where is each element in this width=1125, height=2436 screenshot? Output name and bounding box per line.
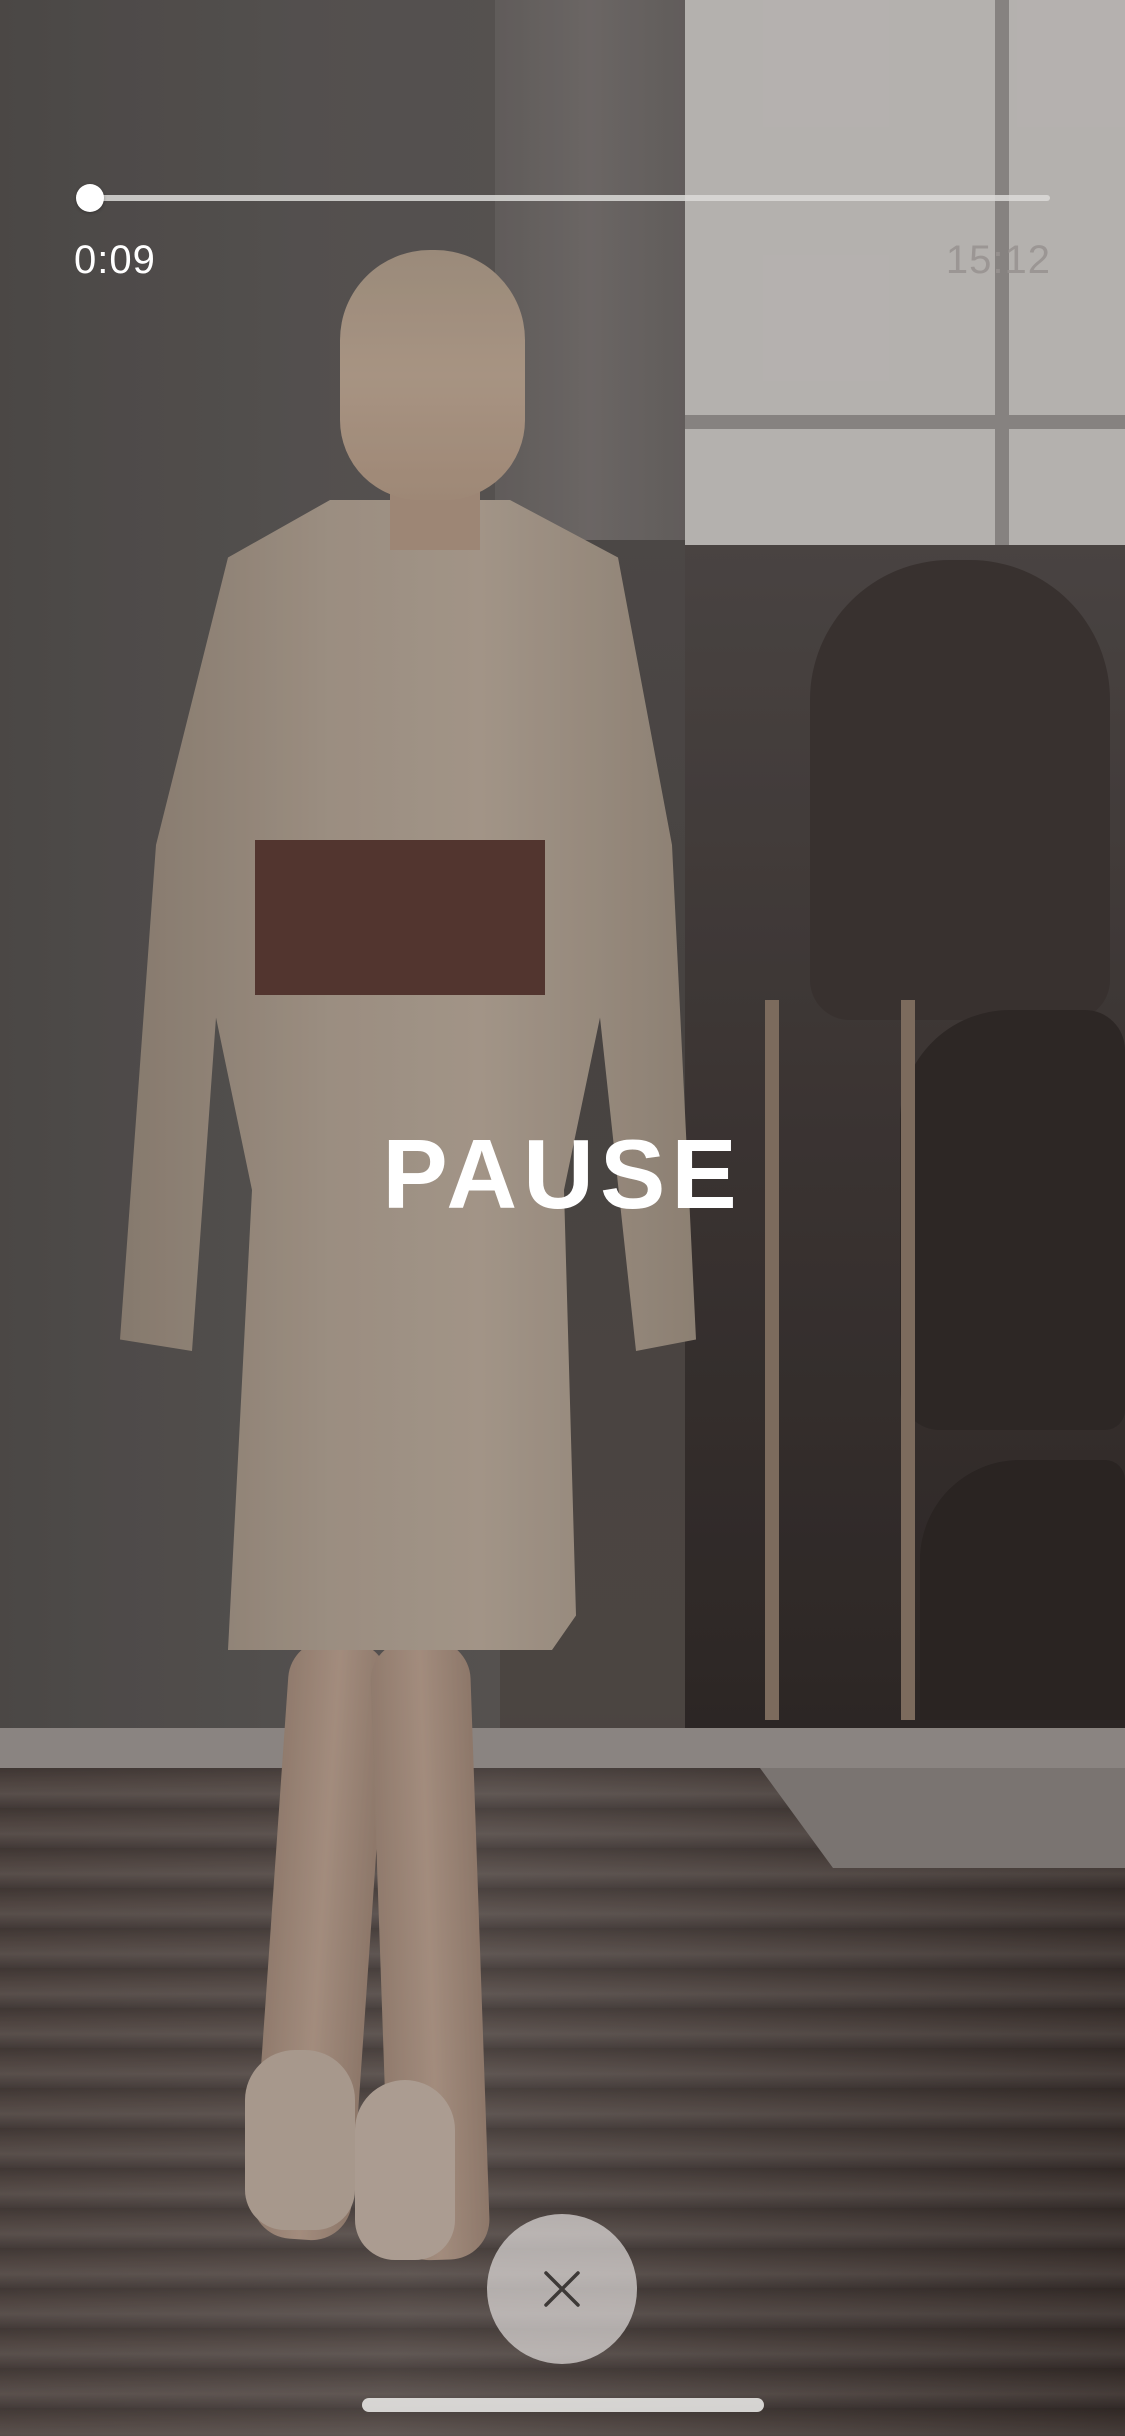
progress-scrubber[interactable]	[75, 184, 1050, 212]
elapsed-time: 0:09	[74, 238, 156, 282]
close-icon	[544, 2271, 580, 2307]
total-duration: 15:12	[945, 238, 1051, 282]
close-button[interactable]	[487, 2214, 637, 2364]
home-indicator[interactable]	[362, 2398, 764, 2412]
progress-track[interactable]	[80, 195, 1050, 201]
scrubber-thumb[interactable]	[75, 184, 104, 212]
pause-label[interactable]: PAUSE	[0, 1118, 1125, 1231]
video-player-screen[interactable]: 0:09 15:12 PAUSE	[0, 0, 1125, 2436]
